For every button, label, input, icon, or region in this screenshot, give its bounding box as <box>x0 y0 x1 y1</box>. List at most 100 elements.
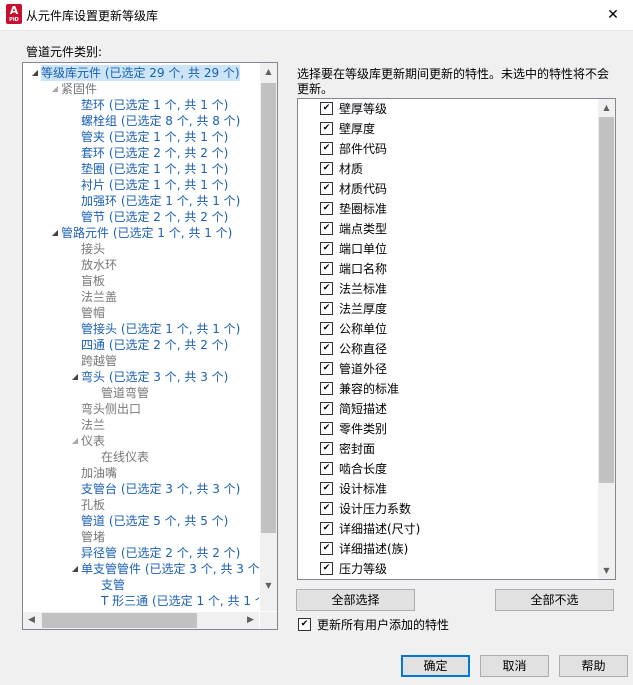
property-checkbox[interactable]: ✔ <box>320 302 333 315</box>
property-item[interactable]: ✔ 部件代码 <box>320 139 387 159</box>
property-checkbox[interactable]: ✔ <box>320 382 333 395</box>
prop-scroll-down-icon[interactable]: ▼ <box>598 562 615 579</box>
property-checkbox[interactable]: ✔ <box>320 482 333 495</box>
property-item[interactable]: ✔ 啮合长度 <box>320 459 387 479</box>
property-checkbox[interactable]: ✔ <box>320 342 333 355</box>
property-checkbox[interactable]: ✔ <box>320 282 333 295</box>
property-item[interactable]: ✔ 零件类别 <box>320 419 387 439</box>
tree-item[interactable]: 孔板 <box>69 497 105 513</box>
property-checkbox[interactable]: ✔ <box>320 442 333 455</box>
property-item[interactable]: ✔ 兼容的标准 <box>320 379 399 399</box>
tree-hscroll-thumb[interactable] <box>42 613 197 628</box>
property-item[interactable]: ✔ 设计标准 <box>320 479 387 499</box>
tree-item[interactable]: 加强环 (已选定 1 个, 共 1 个) <box>69 193 240 209</box>
scroll-down-icon[interactable]: ▼ <box>260 577 277 594</box>
tree-item[interactable]: 支管 <box>89 577 125 593</box>
expand-arrow-icon[interactable]: ◢ <box>69 561 81 577</box>
tree-item[interactable]: 跨越管 <box>69 353 117 369</box>
property-checkbox[interactable]: ✔ <box>320 322 333 335</box>
tree-item[interactable]: 在线仪表 <box>89 449 149 465</box>
property-item[interactable]: ✔ 简短描述 <box>320 399 387 419</box>
property-item[interactable]: ✔ 设计压力系数 <box>320 499 411 519</box>
tree-item[interactable]: 垫环 (已选定 1 个, 共 1 个) <box>69 97 228 113</box>
deselect-all-button[interactable]: 全部不选 <box>495 589 614 611</box>
ok-button[interactable]: 确定 <box>401 655 470 677</box>
property-checkbox[interactable]: ✔ <box>320 542 333 555</box>
property-item[interactable]: ✔ 材质 <box>320 159 363 179</box>
prop-scroll-up-icon[interactable]: ▲ <box>598 99 615 116</box>
tree-item[interactable]: 螺栓组 (已选定 8 个, 共 8 个) <box>69 113 240 129</box>
property-item[interactable]: ✔ 端口单位 <box>320 239 387 259</box>
tree-item[interactable]: 套环 (已选定 2 个, 共 2 个) <box>69 145 228 161</box>
tree-item[interactable]: 管堵 <box>69 529 105 545</box>
property-checkbox[interactable]: ✔ <box>320 522 333 535</box>
expand-arrow-icon[interactable]: ◢ <box>69 369 81 385</box>
tree-item[interactable]: T 形三通 (已选定 1 个, 共 1 个) <box>89 593 259 609</box>
tree-item[interactable]: 管道 (已选定 5 个, 共 5 个) <box>69 513 228 529</box>
checkbox-box[interactable]: ✔ <box>298 618 311 631</box>
tree-vertical-scrollbar[interactable]: ▲ ▼ <box>260 63 277 611</box>
tree-item[interactable]: ◢ 紧固件 <box>49 81 97 97</box>
property-scroll-thumb[interactable] <box>599 117 614 483</box>
help-button[interactable]: 帮助 <box>559 655 628 677</box>
property-item[interactable]: ✔ 壁厚度 <box>320 119 375 139</box>
tree-item[interactable]: 支管台 (已选定 3 个, 共 3 个) <box>69 481 240 497</box>
property-item[interactable]: ✔ 法兰厚度 <box>320 299 387 319</box>
property-item[interactable]: ✔ 公称单位 <box>320 319 387 339</box>
tree-item[interactable]: Y 形三通 <box>89 609 148 611</box>
update-user-props-checkbox[interactable]: ✔ 更新所有用户添加的特性 <box>298 616 449 633</box>
tree-item[interactable]: ◢ 单支管管件 (已选定 3 个, 共 3 个) <box>69 561 259 577</box>
cancel-button[interactable]: 取消 <box>480 655 549 677</box>
property-checkbox[interactable]: ✔ <box>320 362 333 375</box>
property-checkbox[interactable]: ✔ <box>320 162 333 175</box>
select-all-button[interactable]: 全部选择 <box>296 589 415 611</box>
property-checkbox[interactable]: ✔ <box>320 142 333 155</box>
tree-item[interactable]: 管节 (已选定 2 个, 共 2 个) <box>69 209 228 225</box>
tree-item[interactable]: 接头 <box>69 241 105 257</box>
tree-item[interactable]: 管夹 (已选定 1 个, 共 1 个) <box>69 129 228 145</box>
property-vertical-scrollbar[interactable]: ▲ ▼ <box>598 99 615 579</box>
property-item[interactable]: ✔ 密封面 <box>320 439 375 459</box>
tree-item[interactable]: 衬片 (已选定 1 个, 共 1 个) <box>69 177 228 193</box>
property-checkbox[interactable]: ✔ <box>320 502 333 515</box>
tree-item[interactable]: ◢ 管路元件 (已选定 1 个, 共 1 个) <box>49 225 232 241</box>
tree-item[interactable]: ◢ 仪表 <box>69 433 105 449</box>
tree-item[interactable]: 异径管 (已选定 2 个, 共 2 个) <box>69 545 240 561</box>
property-item[interactable]: ✔ 端点类型 <box>320 219 387 239</box>
property-checkbox[interactable]: ✔ <box>320 122 333 135</box>
expand-arrow-icon[interactable]: ◢ <box>49 225 61 241</box>
property-checkbox[interactable]: ✔ <box>320 182 333 195</box>
tree-item[interactable]: 管道弯管 <box>89 385 149 401</box>
property-item[interactable]: ✔ 压力等级 <box>320 559 387 579</box>
property-item[interactable]: ✔ 材质代码 <box>320 179 387 199</box>
property-checkbox[interactable]: ✔ <box>320 222 333 235</box>
expand-arrow-icon[interactable]: ◢ <box>49 81 61 97</box>
property-item[interactable]: ✔ 详细描述(族) <box>320 539 408 559</box>
tree-item[interactable]: ◢ 弯头 (已选定 3 个, 共 3 个) <box>69 369 228 385</box>
property-list[interactable]: ✔ 壁厚等级 ✔ 壁厚度 ✔ 部件代码 ✔ 材质 ✔ 材质代码 ✔ 垫圈标准 ✔ 端点类型 ✔ 端口单位 ✔ 端口… <box>297 98 616 580</box>
property-item[interactable]: ✔ 垫圈标准 <box>320 199 387 219</box>
tree-item[interactable]: 弯头侧出口 <box>69 401 141 417</box>
expand-arrow-icon[interactable]: ◢ <box>69 433 81 449</box>
scroll-right-icon[interactable]: ▶ <box>242 612 259 629</box>
property-checkbox[interactable]: ✔ <box>320 202 333 215</box>
scroll-up-icon[interactable]: ▲ <box>260 63 277 80</box>
tree-item[interactable]: 四通 (已选定 2 个, 共 2 个) <box>69 337 228 353</box>
property-item[interactable]: ✔ 壁厚等级 <box>320 99 387 119</box>
tree-item[interactable]: 加油嘴 <box>69 465 117 481</box>
scroll-left-icon[interactable]: ◀ <box>23 612 40 629</box>
property-checkbox[interactable]: ✔ <box>320 422 333 435</box>
tree-item[interactable]: 垫圈 (已选定 1 个, 共 1 个) <box>69 161 228 177</box>
tree-scroll-thumb[interactable] <box>261 83 276 533</box>
tree-item[interactable]: 放水环 <box>69 257 117 273</box>
tree-item[interactable]: 法兰盖 <box>69 289 117 305</box>
expand-arrow-icon[interactable]: ◢ <box>29 65 41 81</box>
property-checkbox[interactable]: ✔ <box>320 402 333 415</box>
property-checkbox[interactable]: ✔ <box>320 562 333 575</box>
tree-item[interactable]: ◢ 等级库元件 (已选定 29 个, 共 29 个) <box>29 65 240 81</box>
tree-item[interactable]: 管接头 (已选定 1 个, 共 1 个) <box>69 321 240 337</box>
property-item[interactable]: ✔ 公称直径 <box>320 339 387 359</box>
category-tree[interactable]: ◢ 等级库元件 (已选定 29 个, 共 29 个) ◢ 紧固件 垫环 (已选定 1 个… <box>22 62 278 630</box>
property-item[interactable]: ✔ 端口名称 <box>320 259 387 279</box>
property-item[interactable]: ✔ 法兰标准 <box>320 279 387 299</box>
